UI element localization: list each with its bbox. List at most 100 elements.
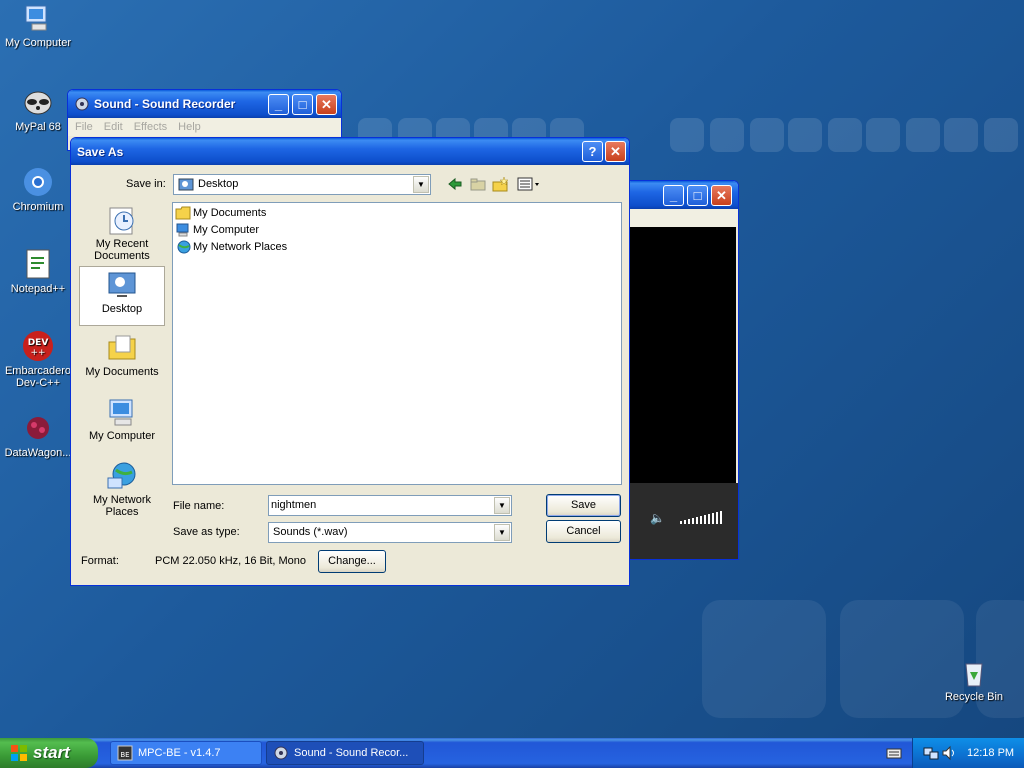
menu-effects[interactable]: Effects <box>134 121 167 133</box>
desktop-icon-devcpp[interactable]: DEV ++ Embarcadero Dev-C++ <box>0 330 76 389</box>
minimize-button[interactable]: _ <box>268 94 289 115</box>
place-label: My Documents <box>85 366 159 378</box>
save-as-title-bar: Save As ? ✕ <box>71 138 629 165</box>
back-arrow-icon[interactable] <box>447 176 463 192</box>
system-tray: 12:18 PM <box>912 738 1024 768</box>
taskbar-item-sound-recorder[interactable]: Sound - Sound Recor... <box>266 741 424 765</box>
cancel-button[interactable]: Cancel <box>546 520 621 543</box>
maximize-button[interactable]: □ <box>292 94 313 115</box>
list-item-label: My Computer <box>193 224 260 236</box>
sound-recorder-menu-bar: File Edit Effects Help <box>68 118 341 136</box>
mpc-be-controls: 🔈 <box>626 483 738 559</box>
desktop-icon <box>178 177 194 193</box>
save-in-dropdown[interactable]: Desktop ▼ <box>173 174 431 195</box>
desktop-icon-label: MyPal 68 <box>15 121 61 133</box>
place-desktop[interactable]: Desktop <box>79 266 165 326</box>
place-my-computer[interactable]: My Computer <box>79 394 165 454</box>
volume-speaker-icon[interactable]: 🔈 <box>650 511 665 525</box>
svg-text:++: ++ <box>30 348 45 358</box>
desktop-icon-recycle-bin[interactable]: Recycle Bin <box>936 656 1012 703</box>
desktop-icon-label: My Computer <box>4 37 72 49</box>
menu-file[interactable]: File <box>75 121 93 133</box>
sound-recorder-title-bar: Sound - Sound Recorder _ □ ✕ <box>68 90 341 118</box>
save-as-type-label: Save as type: <box>173 526 240 538</box>
list-item-my-network-places[interactable]: My Network Places <box>175 239 287 255</box>
taskbar-item-mpc-be[interactable]: BE MPC-BE - v1.4.7 <box>110 741 262 765</box>
change-format-button[interactable]: Change... <box>318 550 386 573</box>
devcpp-icon: DEV ++ <box>22 330 54 362</box>
close-button[interactable]: ✕ <box>316 94 337 115</box>
task-label: Sound - Sound Recor... <box>294 747 409 759</box>
format-label: Format: <box>81 555 119 567</box>
list-item-my-computer[interactable]: My Computer <box>175 222 259 238</box>
place-label: My Computer <box>88 430 156 442</box>
computer-icon <box>106 396 138 428</box>
raccoon-icon <box>22 86 54 118</box>
datawagon-icon <box>22 412 54 444</box>
network-globe-icon <box>106 460 138 492</box>
desktop-icon <box>106 269 138 301</box>
chromium-icon <box>22 166 54 198</box>
save-button[interactable]: Save <box>546 494 621 517</box>
place-my-network-places[interactable]: My Network Places <box>79 458 165 518</box>
windows-logo-icon <box>10 744 28 762</box>
save-in-value: Desktop <box>198 178 239 190</box>
place-my-recent-documents[interactable]: My Recent Documents <box>79 202 165 262</box>
chevron-down-icon[interactable]: ▼ <box>494 524 510 541</box>
chevron-down-icon[interactable]: ▼ <box>494 497 510 514</box>
computer-icon <box>175 223 191 237</box>
mpc-be-icon: BE <box>117 745 133 761</box>
desktop-icon-label: Embarcadero Dev-C++ <box>4 365 72 389</box>
list-item-my-documents[interactable]: My Documents <box>175 205 266 221</box>
file-name-label: File name: <box>173 500 225 512</box>
volume-icon[interactable] <box>941 745 957 761</box>
clock-icon <box>106 204 138 236</box>
task-label: MPC-BE - v1.4.7 <box>138 747 221 759</box>
desktop-icon-label: Chromium <box>12 201 64 213</box>
minimize-button[interactable]: _ <box>663 185 684 206</box>
maximize-button[interactable]: □ <box>687 185 708 206</box>
volume-slider[interactable] <box>680 511 724 525</box>
start-label: start <box>33 743 70 762</box>
menu-edit[interactable]: Edit <box>104 121 123 133</box>
chevron-down-icon[interactable]: ▼ <box>413 176 429 193</box>
menu-help[interactable]: Help <box>178 121 201 133</box>
close-button[interactable]: ✕ <box>711 185 732 206</box>
notepad-icon <box>22 248 54 280</box>
desktop-icon-label: Recycle Bin <box>944 691 1004 703</box>
dialog-title: Save As <box>77 144 124 159</box>
file-list[interactable]: My Documents My Computer My Network Plac… <box>172 202 622 485</box>
view-menu-icon[interactable] <box>517 177 541 191</box>
desktop-icon-chromium[interactable]: Chromium <box>0 166 76 213</box>
places-bar: My Recent Documents Desktop My Documents… <box>79 198 167 585</box>
recycle-bin-icon <box>958 656 990 688</box>
microphone-icon <box>273 745 289 761</box>
desktop-icon-my-computer[interactable]: My Computer <box>0 2 76 49</box>
close-button[interactable]: ✕ <box>605 141 626 162</box>
svg-text:BE: BE <box>120 751 129 759</box>
desktop-icon-notepadpp[interactable]: Notepad++ <box>0 248 76 295</box>
computer-icon <box>22 2 54 34</box>
folder-icon <box>175 206 191 220</box>
svg-text:DEV: DEV <box>28 338 49 348</box>
save-as-dialog: Save As ? ✕ Save in: Desktop ▼ My Recent… <box>70 137 630 586</box>
desktop-icon-label: Notepad++ <box>10 283 66 295</box>
file-name-value: nightmen <box>271 499 317 511</box>
keyboard-icon[interactable] <box>886 746 902 760</box>
folder-icon <box>106 332 138 364</box>
start-button[interactable]: start <box>0 738 98 768</box>
desktop-icon-mypal[interactable]: MyPal 68 <box>0 86 76 133</box>
place-my-documents[interactable]: My Documents <box>79 330 165 390</box>
network-icon[interactable] <box>923 745 939 761</box>
save-in-label: Save in: <box>126 178 166 190</box>
place-label: My Recent Documents <box>94 238 150 262</box>
help-button[interactable]: ? <box>582 141 603 162</box>
list-item-label: My Documents <box>193 207 267 219</box>
desktop-icon-datawagon[interactable]: DataWagon... <box>0 412 76 459</box>
save-as-type-dropdown[interactable]: Sounds (*.wav) ▼ <box>268 522 512 543</box>
mpc-be-window: _ □ ✕ 🔈 <box>625 180 739 560</box>
desktop-icon-label: DataWagon... <box>4 447 72 459</box>
up-folder-icon[interactable] <box>470 176 486 192</box>
new-folder-icon[interactable] <box>492 176 510 192</box>
file-name-input[interactable]: nightmen ▼ <box>268 495 512 516</box>
